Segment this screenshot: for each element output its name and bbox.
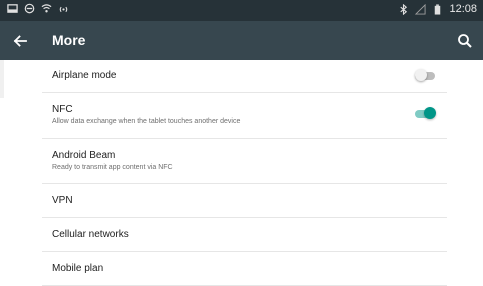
android-beam-summary: Ready to transmit app content via NFC [52,164,173,171]
vpn-title: VPN [52,195,73,206]
nfc-title: NFC [52,104,73,115]
settings-list: Airplane mode NFC Allow data exchange wh… [0,60,483,286]
status-bar: 12:08 [0,0,483,21]
wifi-icon [41,3,52,14]
android-beam-item[interactable]: Android Beam Ready to transmit app conte… [42,139,447,184]
android-beam-title: Android Beam [52,150,116,161]
nfc-toggle[interactable] [415,107,436,121]
cellular-networks-title: Cellular networks [52,229,129,240]
search-icon[interactable] [455,31,475,51]
arrow-back-icon[interactable] [10,31,30,51]
minus-circle-icon [24,3,35,14]
nfc-summary: Allow data exchange when the tablet touc… [52,118,241,125]
mobile-plan-title: Mobile plan [52,263,104,274]
notification-icon [7,3,18,14]
airplane-mode-toggle[interactable] [415,69,435,83]
hotspot-icon [58,3,69,14]
airplane-mode-title: Airplane mode [52,70,117,81]
status-clock: 12:08 [449,3,477,15]
battery-icon [432,3,443,15]
vpn-item[interactable]: VPN [42,184,447,218]
toggle-thumb [415,69,427,81]
nfc-item[interactable]: NFC Allow data exchange when the tablet … [42,93,447,139]
cellular-networks-item[interactable]: Cellular networks [42,218,447,252]
status-left-icons [7,3,69,14]
status-right-icons: 12:08 [398,3,477,15]
bluetooth-icon [398,3,409,15]
signal-icon [415,3,427,15]
mobile-plan-item[interactable]: Mobile plan [42,252,447,286]
page-title: More [52,32,86,48]
airplane-mode-item[interactable]: Airplane mode [42,60,447,93]
app-toolbar: More [0,21,483,60]
toggle-thumb [424,107,436,119]
